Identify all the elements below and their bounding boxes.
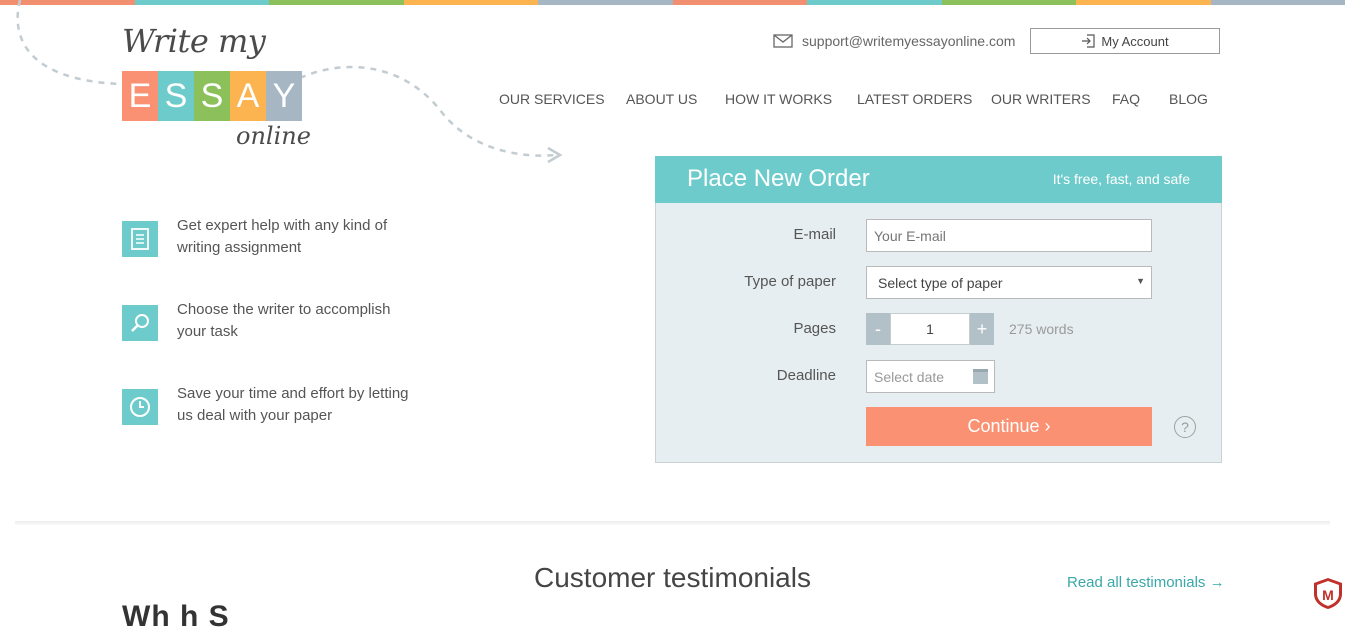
top-bar-segment <box>673 0 808 5</box>
logo-tiles: E S S A Y <box>122 71 302 121</box>
read-all-testimonials-link[interactable]: Read all testimonials → <box>1067 574 1225 591</box>
nav-our-services[interactable]: OUR SERVICES <box>499 91 605 107</box>
magnifier-icon <box>122 305 158 341</box>
top-bar-segment <box>1211 0 1345 5</box>
order-form-header: Place New Order It's free, fast, and saf… <box>655 156 1222 203</box>
feature-text: Choose the writer to accomplish your tas… <box>177 299 417 343</box>
email-label: E-mail <box>656 226 836 243</box>
logo-letter: A <box>230 71 266 121</box>
feature-item: Choose the writer to accomplish your tas… <box>122 305 158 341</box>
calendar-icon[interactable] <box>973 369 988 384</box>
logo-letter: E <box>122 71 158 121</box>
nav-how-it-works[interactable]: HOW IT WORKS <box>725 91 832 107</box>
pages-decrement-button[interactable]: - <box>866 313 890 345</box>
help-icon[interactable]: ? <box>1174 416 1196 438</box>
paper-type-label: Type of paper <box>656 273 836 290</box>
envelope-icon <box>773 34 793 48</box>
document-icon <box>122 221 158 257</box>
order-form-title: Place New Order <box>687 165 870 193</box>
feature-item: Get expert help with any kind of writing… <box>122 221 158 257</box>
feature-text: Get expert help with any kind of writing… <box>177 215 417 259</box>
svg-text:M: M <box>1322 587 1334 603</box>
top-bar-segment <box>1076 0 1211 5</box>
clock-icon <box>122 389 158 425</box>
paper-type-selected: Select type of paper <box>878 275 1003 291</box>
word-count: 275 words <box>1009 321 1074 337</box>
logo-letter: S <box>158 71 194 121</box>
my-account-label: My Account <box>1101 34 1168 49</box>
pages-input[interactable]: 1 <box>890 313 970 345</box>
top-bar-segment <box>807 0 942 5</box>
order-form-tagline: It's free, fast, and safe <box>1053 171 1190 187</box>
security-shield-icon[interactable]: M <box>1313 577 1343 610</box>
section-divider <box>15 521 1330 525</box>
email-input[interactable] <box>866 219 1152 252</box>
logo-letter: Y <box>266 71 302 121</box>
login-icon <box>1081 34 1095 48</box>
feature-text: Save your time and effort by letting us … <box>177 383 417 427</box>
deadline-label: Deadline <box>656 367 836 384</box>
nav-our-writers[interactable]: OUR WRITERS <box>991 91 1091 107</box>
logo-letter: S <box>194 71 230 121</box>
top-bar-segment <box>942 0 1077 5</box>
site-logo[interactable]: Write my E S S A Y online <box>122 22 312 162</box>
nav-blog[interactable]: BLOG <box>1169 91 1208 107</box>
paper-type-select[interactable]: Select type of paper ▼ <box>866 266 1152 299</box>
next-section-heading: Wh h S <box>122 600 230 634</box>
pages-label: Pages <box>656 320 836 337</box>
nav-latest-orders[interactable]: LATEST ORDERS <box>857 91 972 107</box>
nav-about-us[interactable]: ABOUT US <box>626 91 697 107</box>
deadline-placeholder: Select date <box>874 369 944 385</box>
continue-button[interactable]: Continue › <box>866 407 1152 446</box>
dropdown-arrow-icon: ▼ <box>1136 276 1145 286</box>
support-email-text: support@writemyessayonline.com <box>802 33 1015 49</box>
pages-increment-button[interactable]: + <box>970 313 994 345</box>
logo-bottom-text: online <box>236 122 311 150</box>
logo-top-text: Write my <box>122 22 265 60</box>
support-email-link[interactable]: support@writemyessayonline.com <box>773 33 1015 49</box>
nav-faq[interactable]: FAQ <box>1112 91 1140 107</box>
feature-item: Save your time and effort by letting us … <box>122 389 158 425</box>
my-account-button[interactable]: My Account <box>1030 28 1220 54</box>
